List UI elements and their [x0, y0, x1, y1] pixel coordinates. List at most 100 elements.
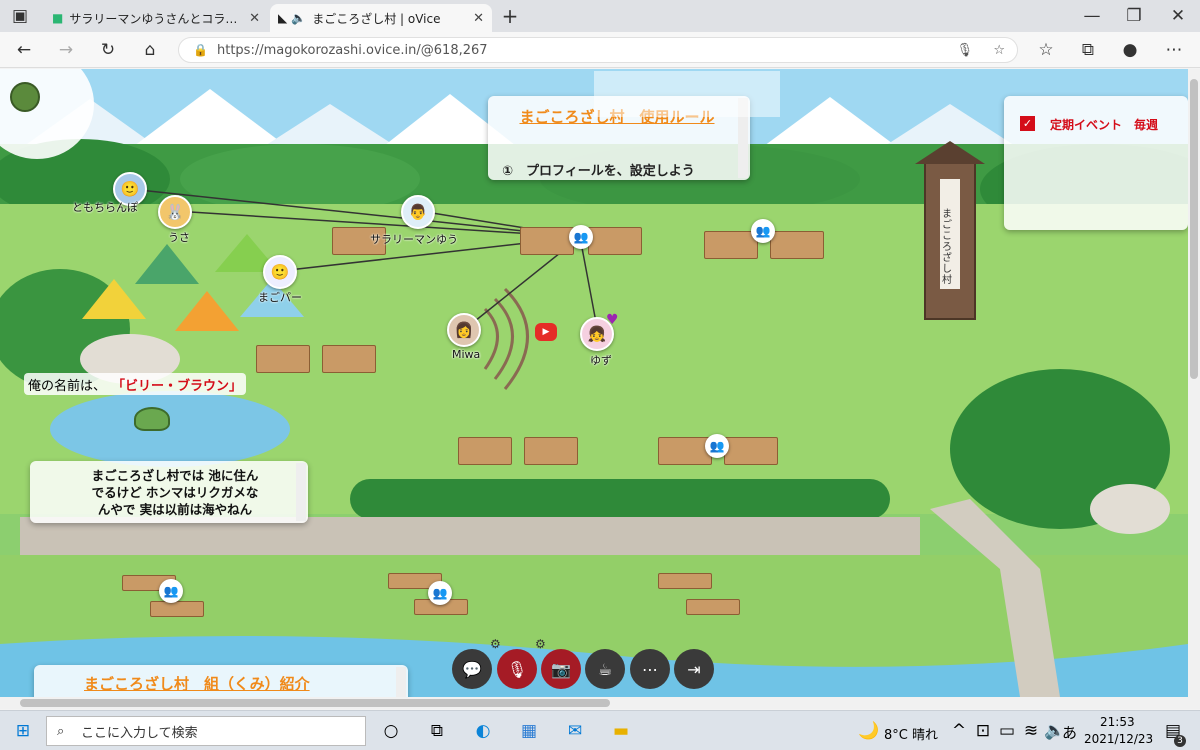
windows-taskbar: ⊞ ⌕ ここに入力して検索 ○ ⧉ ◐ ▦ ✉ ▬ 🌙 8°C 晴れ ^ ⊡ ▭… [0, 710, 1200, 750]
turtle-scrollbar[interactable] [296, 463, 306, 521]
name-banner[interactable]: 俺の名前は、 「ビリー・ブラウン」 [24, 373, 246, 395]
settings-icon[interactable]: ⚙ [490, 637, 501, 651]
group-icon[interactable]: 👥 [751, 219, 775, 243]
close-tab-icon[interactable]: ✕ [473, 11, 484, 26]
event-checkbox-icon[interactable]: ✓ [1020, 116, 1035, 131]
bench [588, 227, 642, 255]
search-placeholder: ここに入力して検索 [81, 725, 198, 741]
settings-icon[interactable]: ⚙ [535, 637, 546, 651]
group-icon[interactable]: 👥 [705, 434, 729, 458]
favorite-add-icon[interactable]: ☆ [993, 43, 1005, 58]
avatar-salaryman-yu[interactable]: 👨 [401, 195, 435, 229]
tent [82, 279, 146, 319]
avatar-name: うさ [168, 231, 190, 244]
mic-off-button[interactable]: 🎙 [497, 649, 537, 689]
avatar-name: ともちらんぽ [72, 201, 138, 214]
url-text: https://magokorozashi.ovice.in/@618,267 [217, 42, 488, 58]
coffee-break-button[interactable]: ☕ [585, 649, 625, 689]
avatar-usa[interactable]: 🐰 [158, 195, 192, 229]
mail-icon[interactable]: ✉ [562, 719, 588, 743]
wifi-icon[interactable]: ≋ [1018, 719, 1044, 743]
virtual-space-map[interactable]: まごころざし村 使用ルール ① プロフィールを、設定しよう ✓ 定期イベント 毎… [0, 69, 1188, 697]
chat-button[interactable]: 💬 [452, 649, 492, 689]
edge-icon[interactable]: ◐ [470, 719, 496, 743]
clock-time[interactable]: 21:53 [1100, 715, 1135, 729]
turtle-icon [134, 407, 170, 431]
speaker-icon[interactable]: 🔈 [291, 11, 306, 25]
cortana-icon[interactable]: ○ [378, 719, 404, 743]
tab-favicon-icon: ■ [52, 11, 64, 25]
tab-actions-icon[interactable]: ▣ [6, 4, 34, 28]
tab-title: サラリーマンゆうさんとコラボ配信をす [69, 11, 243, 26]
home-icon[interactable]: ⌂ [136, 38, 164, 62]
horizontal-scrollbar[interactable] [0, 697, 1200, 709]
mic-icon[interactable]: 🎙 [956, 43, 973, 58]
heart-icon: ♥ [606, 312, 619, 328]
weather-icon: 🌙 [858, 721, 880, 741]
windows-start-icon[interactable]: ⊞ [10, 719, 36, 743]
vertical-scrollbar[interactable] [1188, 69, 1200, 697]
forward-icon[interactable]: → [52, 38, 80, 62]
tab-favicon-icon: ◣ [278, 11, 288, 25]
search-icon: ⌕ [57, 723, 65, 739]
tent [175, 291, 239, 331]
taskbar-search[interactable]: ⌕ ここに入力して検索 [46, 716, 366, 746]
menu-icon[interactable]: ⋯ [1160, 38, 1188, 62]
youtube-icon[interactable]: ▶ [535, 323, 557, 341]
close-tab-icon[interactable]: ✕ [249, 11, 260, 26]
tab-ovice[interactable]: ◣ 🔈 まごころざし村 | oVice ✕ [270, 4, 492, 32]
explorer-icon[interactable]: ▬ [608, 719, 634, 743]
exit-button[interactable]: ⇥ [674, 649, 714, 689]
avatar-magopar[interactable]: 🙂 [263, 255, 297, 289]
camera-off-button[interactable]: 📷 [541, 649, 581, 689]
refresh-icon[interactable]: ↻ [94, 38, 122, 62]
event-panel[interactable]: ✓ 定期イベント 毎週 [1004, 96, 1188, 230]
scroll-thumb[interactable] [1190, 79, 1198, 379]
task-view-icon[interactable]: ⧉ [424, 719, 450, 743]
group-icon[interactable]: 👥 [428, 581, 452, 605]
avatar-name: ゆず [590, 354, 612, 367]
tab-collab[interactable]: ■ サラリーマンゆうさんとコラボ配信をす ✕ [44, 4, 268, 32]
url-field[interactable]: 🔒 https://magokorozashi.ovice.in/@618,26… [178, 37, 1018, 63]
new-tab-icon[interactable]: + [496, 4, 524, 28]
bench [658, 437, 712, 465]
turtle-info-panel[interactable]: まごころざし村では 池に住んでるけど ホンマはリクガメなんやで 実は以前は海やね… [30, 461, 308, 523]
groups-panel[interactable]: まごころざし村 組（くみ）紹介 [34, 665, 408, 697]
bench [770, 231, 824, 259]
scroll-thumb[interactable] [20, 699, 610, 707]
tent [135, 244, 199, 284]
ime-indicator[interactable]: あ [1062, 722, 1077, 743]
name-banner-prefix: 俺の名前は、 [28, 378, 107, 394]
avatar-miwa[interactable]: 👩 [447, 313, 481, 347]
groups-title: まごころざし村 組（くみ）紹介 [84, 675, 310, 693]
bench [658, 573, 712, 589]
chevron-up-icon[interactable]: ^ [946, 719, 972, 743]
more-button[interactable]: ⋯ [630, 649, 670, 689]
profile-icon[interactable]: ● [1116, 38, 1144, 62]
back-icon[interactable]: ← [10, 38, 38, 62]
restore-icon[interactable]: ❐ [1120, 4, 1148, 28]
bench [686, 599, 740, 615]
battery-icon[interactable]: ▭ [994, 719, 1020, 743]
weather-text[interactable]: 8°C 晴れ [884, 724, 938, 743]
avatar-name: Miwa [452, 348, 481, 361]
bench [520, 227, 574, 255]
collections-icon[interactable]: ⧉ [1074, 38, 1102, 62]
bench [524, 437, 578, 465]
event-label: 定期イベント 毎週 [1050, 118, 1159, 132]
network-device-icon[interactable]: ⊡ [970, 719, 996, 743]
close-window-icon[interactable]: ✕ [1164, 4, 1192, 28]
store-icon[interactable]: ▦ [516, 719, 542, 743]
browser-tab-bar: ▣ ■ サラリーマンゆうさんとコラボ配信をす ✕ ◣ 🔈 まごころざし村 | o… [0, 0, 1200, 32]
favorites-icon[interactable]: ☆ [1032, 38, 1060, 62]
clock-date[interactable]: 2021/12/23 [1084, 732, 1153, 746]
space-logo-icon [10, 82, 40, 112]
tab-title: まごころざし村 | oVice [312, 11, 441, 26]
bench [724, 437, 778, 465]
groups-scrollbar[interactable] [396, 667, 406, 697]
group-icon[interactable]: 👥 [159, 579, 183, 603]
minimize-icon[interactable]: — [1078, 4, 1106, 28]
lock-icon: 🔒 [193, 43, 208, 57]
overlay-box [594, 71, 780, 117]
group-icon[interactable]: 👥 [569, 225, 593, 249]
